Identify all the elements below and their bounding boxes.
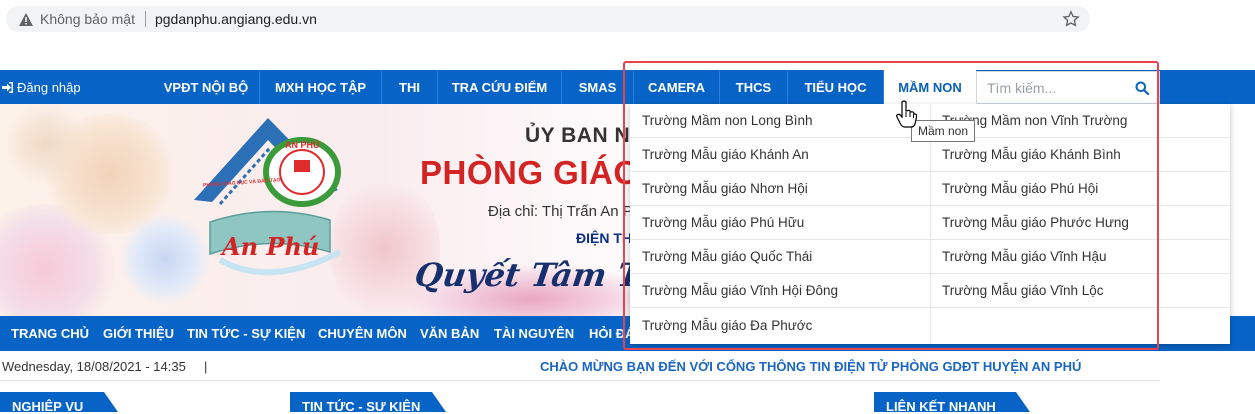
topnav-item-vpdt[interactable]: VPĐT NỘI BỘ <box>153 70 259 104</box>
section-header-tin-tuc: TIN TỨC - SỰ KIỆN <box>290 392 446 412</box>
logo-top-text: AN PHÚ <box>285 140 320 150</box>
mainnav-item-tai-nguyen[interactable]: TÀI NGUYÊN <box>494 316 574 351</box>
mainnav-item-trang-chu[interactable]: TRANG CHỦ <box>11 316 89 351</box>
current-date: Wednesday, 18/08/2021 - 14:35 <box>2 359 186 374</box>
url-text[interactable]: pgdanphu.angiang.edu.vn <box>155 11 317 27</box>
topnav-item-thi[interactable]: THI <box>381 70 437 104</box>
mainnav-item-chuyen-mon[interactable]: CHUYÊN MÔN <box>318 316 407 351</box>
banner-title-line2: PHÒNG GIÁO <box>420 154 640 191</box>
mainnav-item-tin-tuc[interactable]: TIN TỨC - SỰ KIỆN <box>187 316 305 351</box>
flower-decoration <box>0 104 90 184</box>
login-label: Đăng nhập <box>17 79 81 95</box>
logo-script: An Phú <box>222 232 320 261</box>
hand-cursor-icon <box>896 100 917 128</box>
banner-address: Địa chỉ: Thị Trấn An P <box>488 203 633 220</box>
section-header-nghiep-vu: NGHIỆP VỤ <box>0 392 118 412</box>
tooltip: Mầm non <box>911 120 976 142</box>
mainnav-item-gioi-thieu[interactable]: GIỚI THIỆU <box>103 316 174 351</box>
address-bar[interactable]: Không bảo mật pgdanphu.angiang.edu.vn <box>6 6 1090 32</box>
separator <box>144 11 146 27</box>
bookmark-star-icon[interactable] <box>1062 10 1080 28</box>
warning-icon[interactable] <box>18 11 34 27</box>
login-icon <box>2 81 13 93</box>
security-label[interactable]: Không bảo mật <box>40 11 135 27</box>
browser-toolbar: Không bảo mật pgdanphu.angiang.edu.vn <box>0 0 1255 70</box>
section-header-lien-ket: LIÊN KẾT NHANH <box>874 392 1030 412</box>
separator: | <box>204 359 208 374</box>
date-bar: Wednesday, 18/08/2021 - 14:35 | CHÀO MỪN… <box>0 351 1160 381</box>
welcome-marquee: CHÀO MỪNG BẠN ĐẾN VỚI CỔNG THÔNG TIN ĐIỆ… <box>540 359 1082 374</box>
topnav-item-mxh[interactable]: MXH HỌC TẬP <box>259 70 381 104</box>
topnav-item-tra-cuu-diem[interactable]: TRA CỨU ĐIỂM <box>437 70 561 104</box>
site-logo[interactable] <box>190 112 350 292</box>
mainnav-item-van-ban[interactable]: VĂN BẢN <box>420 316 479 351</box>
highlight-box <box>623 61 1159 350</box>
login-link[interactable]: Đăng nhập <box>2 70 81 104</box>
